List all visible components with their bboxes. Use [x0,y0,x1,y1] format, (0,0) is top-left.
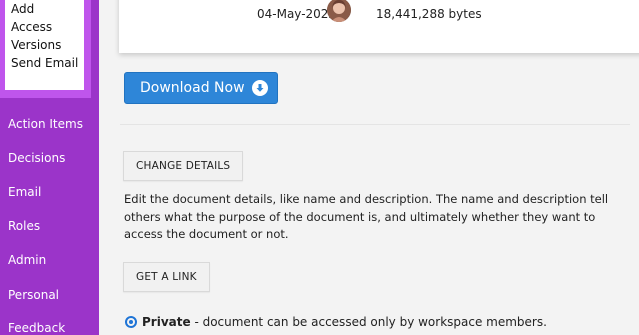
privacy-option-label: Private [142,315,191,329]
section-divider [120,124,630,125]
sidebar: Add Access Versions Send Email Action It… [0,0,99,335]
submenu-item-send-email[interactable]: Send Email [5,54,84,72]
download-now-label: Download Now [140,80,245,96]
privacy-option-private[interactable]: Private - document can be accessed only … [125,315,547,329]
download-arrow-icon [251,80,268,96]
private-radio[interactable] [125,316,137,328]
sidebar-item-decisions[interactable]: Decisions [8,151,65,165]
change-details-description: Edit the document details, like name and… [124,192,609,241]
submenu-item-access[interactable]: Access [5,18,84,36]
document-submenu-list: Add Access Versions Send Email [5,0,84,90]
download-now-button[interactable]: Download Now [124,72,278,104]
submenu-item-add[interactable]: Add [5,0,84,18]
submenu-item-versions[interactable]: Versions [5,36,84,54]
get-a-link-button[interactable]: GET A LINK [123,262,210,292]
sidebar-item-roles[interactable]: Roles [8,219,40,233]
document-date: 04-May-2022 [257,7,337,21]
privacy-option-text: - document can be accessed only by works… [190,315,547,329]
sidebar-item-admin[interactable]: Admin [8,253,46,267]
sidebar-item-action-items[interactable]: Action Items [8,117,83,131]
document-info-card: 04-May-2022 18,441,288 bytes [119,0,639,53]
sidebar-item-feedback[interactable]: Feedback [8,321,65,335]
change-details-button[interactable]: CHANGE DETAILS [123,151,244,181]
avatar[interactable] [327,0,351,22]
sidebar-item-email[interactable]: Email [8,185,41,199]
user-photo-icon [327,0,351,22]
document-submenu: Add Access Versions Send Email [0,0,91,98]
document-size: 18,441,288 bytes [376,7,482,21]
sidebar-item-personal[interactable]: Personal [8,288,59,302]
